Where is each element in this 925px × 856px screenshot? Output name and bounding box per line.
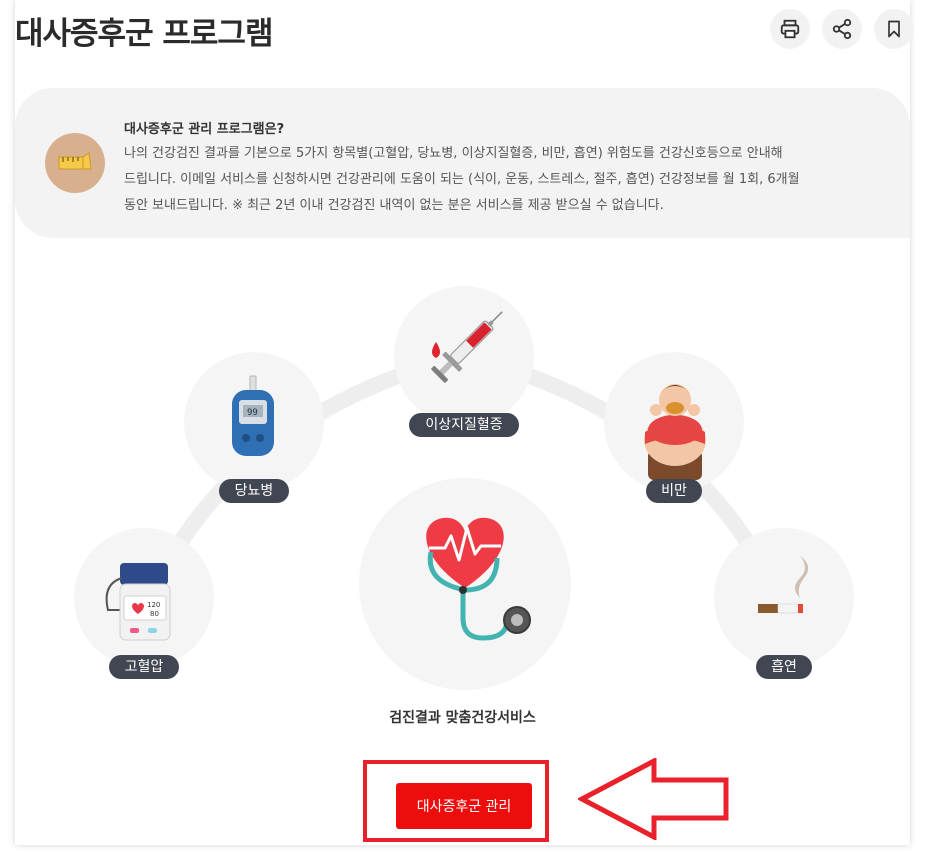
label-diabetes: 당뇨병 [219,479,289,503]
left-arrow-icon [578,758,729,840]
syringe-icon [431,311,503,383]
glucose-meter-icon: 99 [232,375,274,456]
heart-stethoscope-icon [426,517,531,641]
label-hypertension: 고혈압 [109,655,179,679]
center-service-circle [359,478,571,690]
meter-value: 99 [247,408,258,418]
blood-pressure-monitor-icon: 120 80 [105,563,171,641]
risk-item-obesity [604,352,744,492]
monitor-bottom-value: 80 [150,610,159,618]
cigarette-icon [758,556,809,614]
monitor-top-value: 120 [147,601,160,609]
metabolic-syndrome-manage-button[interactable]: 대사증후군 관리 [396,783,532,829]
label-smoking: 흡연 [756,655,812,679]
risk-item-smoking [714,528,854,668]
risk-item-diabetes: 99 [184,352,324,492]
obese-person-icon [644,384,706,480]
risk-item-dyslipidemia [394,286,534,426]
label-obesity: 비만 [646,479,702,503]
risk-item-hypertension: 120 80 [74,528,214,668]
center-service-label: 검진결과 맞춤건강서비스 [389,710,536,726]
label-dyslipidemia: 이상지질혈증 [409,413,519,437]
